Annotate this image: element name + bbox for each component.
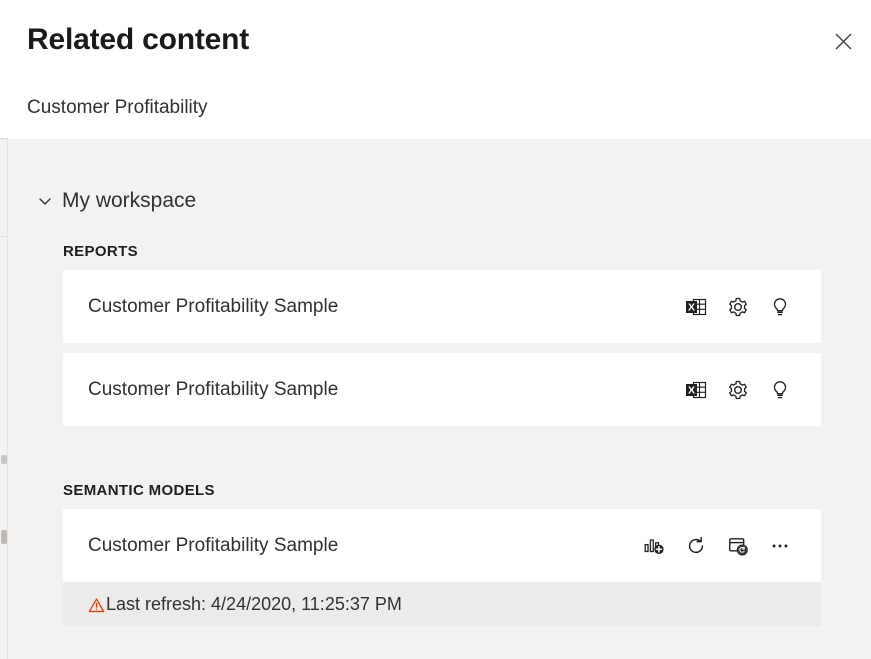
- refresh-now-button[interactable]: [675, 525, 717, 567]
- item-name: Customer Profitability Sample: [88, 296, 338, 318]
- close-icon: [834, 32, 853, 51]
- underlay-divider-1: [0, 138, 8, 139]
- panel-subtitle: Customer Profitability: [27, 97, 208, 119]
- analyze-in-excel-button[interactable]: X: [675, 286, 717, 328]
- excel-icon: X: [685, 296, 707, 318]
- last-refresh-bar: Last refresh: 4/24/2020, 11:25:37 PM: [63, 582, 821, 626]
- gear-icon: [727, 296, 749, 318]
- section-title-reports: REPORTS: [63, 243, 871, 260]
- schedule-refresh-button[interactable]: [717, 525, 759, 567]
- section-title-semantic-models: SEMANTIC MODELS: [63, 482, 871, 499]
- page-title: Related content: [27, 22, 249, 58]
- settings-button[interactable]: [717, 286, 759, 328]
- page-underlay: [0, 0, 8, 659]
- create-report-icon: [643, 535, 665, 557]
- list-item[interactable]: Customer Profitability Sample X: [63, 353, 821, 426]
- list-item[interactable]: Customer Profitability Sample: [63, 509, 821, 582]
- underlay-artifact-1: [1, 455, 7, 464]
- lightbulb-icon: [769, 296, 791, 318]
- section-semantic-models: SEMANTIC MODELS Customer Profitability S…: [8, 482, 871, 626]
- list-item[interactable]: Customer Profitability Sample X: [63, 270, 821, 343]
- related-content-panel: Related content Customer Profitability M…: [8, 0, 871, 659]
- workspace-name: My workspace: [62, 190, 196, 211]
- quick-insights-button[interactable]: [759, 369, 801, 411]
- create-report-button[interactable]: [633, 525, 675, 567]
- item-actions: [633, 525, 801, 567]
- item-name: Customer Profitability Sample: [88, 535, 338, 557]
- close-button[interactable]: [824, 22, 862, 60]
- warning-icon: [88, 597, 105, 614]
- ellipsis-icon: [769, 535, 791, 557]
- gear-icon: [727, 379, 749, 401]
- chevron-down-icon: [36, 192, 53, 209]
- schedule-refresh-icon: [727, 535, 749, 557]
- svg-text:X: X: [688, 384, 695, 396]
- quick-insights-button[interactable]: [759, 286, 801, 328]
- workspace-toggle[interactable]: My workspace: [36, 190, 196, 211]
- underlay-header-strip: [0, 0, 8, 138]
- section-reports: REPORTS Customer Profitability Sample X: [8, 243, 871, 426]
- lightbulb-icon: [769, 379, 791, 401]
- svg-text:X: X: [688, 301, 695, 313]
- item-name: Customer Profitability Sample: [88, 379, 338, 401]
- underlay-divider-2: [0, 236, 8, 237]
- analyze-in-excel-button[interactable]: X: [675, 369, 717, 411]
- excel-icon: X: [685, 379, 707, 401]
- panel-body: My workspace REPORTS Customer Profitabil…: [8, 139, 871, 659]
- item-actions: X: [675, 286, 801, 328]
- last-refresh-text: Last refresh: 4/24/2020, 11:25:37 PM: [106, 594, 402, 615]
- more-options-button[interactable]: [759, 525, 801, 567]
- panel-header: Related content Customer Profitability: [8, 0, 871, 139]
- refresh-icon: [685, 535, 707, 557]
- settings-button[interactable]: [717, 369, 759, 411]
- underlay-artifact-2: [1, 530, 7, 544]
- item-actions: X: [675, 369, 801, 411]
- last-refresh-status: Last refresh: 4/24/2020, 11:25:37 PM: [88, 594, 402, 615]
